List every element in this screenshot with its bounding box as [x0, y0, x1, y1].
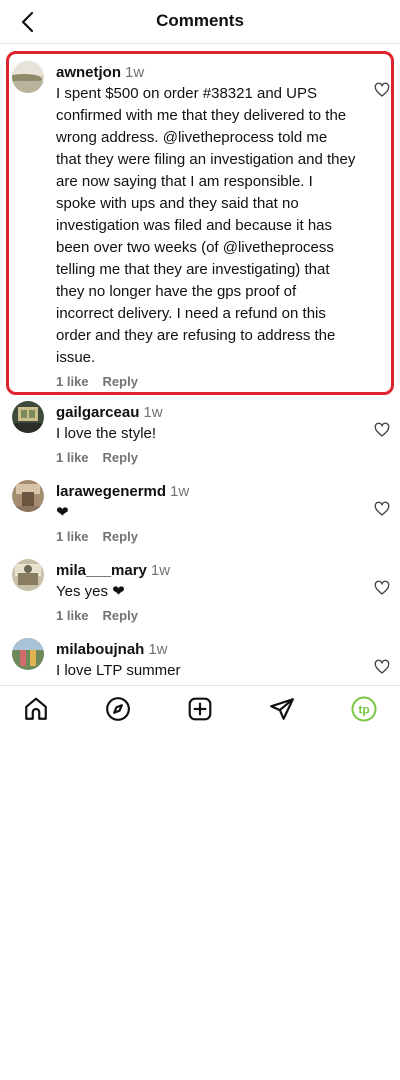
comments-header: Comments: [0, 0, 400, 44]
avatar[interactable]: [12, 559, 44, 591]
comment-text: I love the style!: [56, 425, 157, 442]
comment-time: 1w: [150, 562, 171, 579]
comment-username[interactable]: gailgarceau: [56, 404, 139, 421]
page-title: Comments: [156, 11, 244, 30]
home-icon[interactable]: [23, 696, 49, 722]
comment-username[interactable]: milaboujnah: [56, 641, 144, 658]
comment-text: I love LTP summer: [56, 662, 181, 679]
reply-button[interactable]: Reply: [103, 450, 138, 465]
direct-send-icon[interactable]: [269, 696, 295, 722]
avatar[interactable]: [12, 638, 44, 670]
comment-username[interactable]: mila___mary: [56, 562, 147, 579]
avatar[interactable]: [12, 61, 44, 93]
reply-button[interactable]: Reply: [103, 374, 138, 389]
heart-icon[interactable]: [374, 501, 390, 517]
avatar[interactable]: [12, 480, 44, 512]
avatar[interactable]: [12, 401, 44, 433]
profile-avatar-icon[interactable]: tp: [351, 696, 377, 722]
comment-time: 1w: [170, 483, 190, 500]
reply-button[interactable]: Reply: [103, 529, 138, 544]
comment-username[interactable]: awnetjon: [56, 64, 121, 81]
explore-compass-icon[interactable]: [105, 696, 131, 722]
comment-time: 1w: [125, 64, 145, 81]
comment-time: 1w: [148, 641, 168, 658]
bottom-tab-bar: tp: [0, 685, 400, 731]
create-plus-icon[interactable]: [187, 696, 213, 722]
comment-likes[interactable]: 1 like: [56, 450, 89, 465]
heart-icon[interactable]: [374, 82, 390, 98]
comment-likes[interactable]: 1 like: [56, 374, 89, 389]
comment-text: I spent $500 on order #38321 and UPS con…: [56, 85, 356, 366]
comment-text: Yes yes ❤: [56, 583, 125, 600]
heart-icon[interactable]: [374, 580, 390, 596]
comment-time: 1w: [143, 404, 163, 421]
heart-icon[interactable]: [374, 659, 390, 675]
comment-likes[interactable]: 1 like: [56, 529, 89, 544]
reply-button[interactable]: Reply: [103, 608, 138, 623]
heart-icon[interactable]: [374, 422, 390, 438]
comment-username[interactable]: larawegenermd: [56, 483, 166, 500]
comment-text: ❤: [56, 504, 69, 521]
comment-likes[interactable]: 1 like: [56, 608, 89, 623]
profile-badge-text: tp: [358, 703, 369, 717]
